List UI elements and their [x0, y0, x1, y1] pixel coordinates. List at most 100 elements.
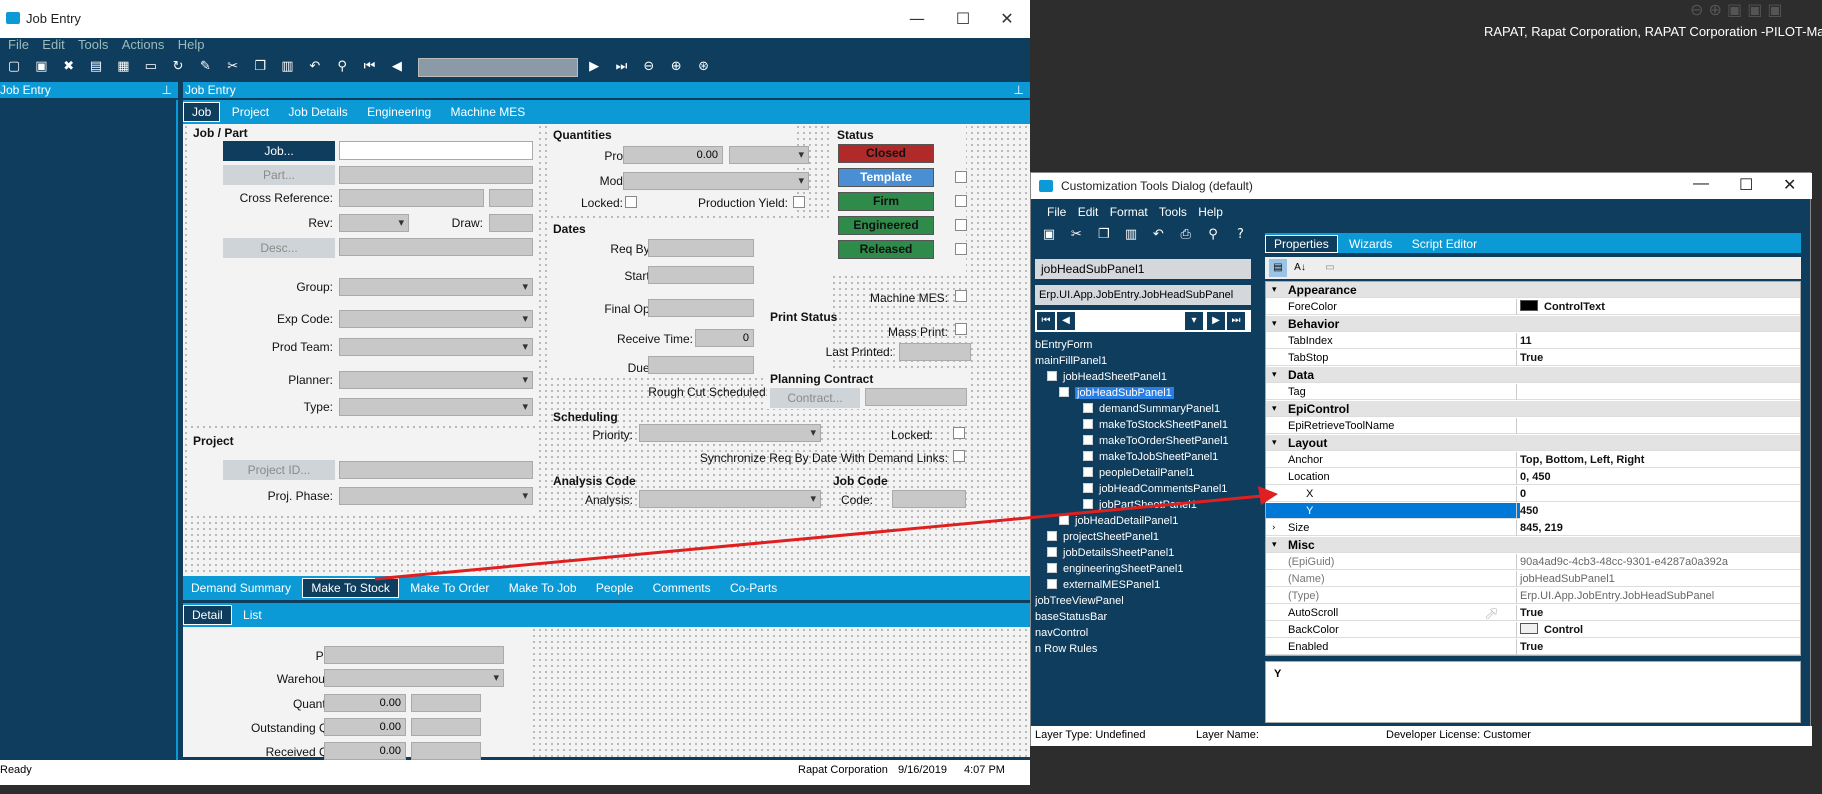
collapse-icon[interactable]: ▾: [1272, 282, 1277, 298]
book-icon[interactable]: ▤: [86, 57, 106, 77]
sched-locked-checkbox[interactable]: [953, 427, 965, 439]
dialog-menu-tools[interactable]: Tools: [1159, 205, 1187, 219]
proj-phase-dropdown[interactable]: [339, 487, 533, 505]
property-row[interactable]: TabStop True: [1266, 350, 1800, 366]
copy-icon[interactable]: ❐: [250, 57, 270, 77]
property-value[interactable]: True: [1520, 350, 1543, 366]
contract-field[interactable]: [865, 388, 967, 406]
clear-icon[interactable]: ✎: [195, 57, 215, 77]
mass-print-checkbox[interactable]: [955, 323, 967, 335]
property-value[interactable]: 0, 450: [1520, 469, 1551, 485]
tab-job-details[interactable]: Job Details: [280, 101, 355, 123]
property-value[interactable]: jobHeadSubPanel1: [1520, 571, 1615, 587]
dialog-menu-help[interactable]: Help: [1198, 205, 1223, 219]
tree-node[interactable]: makeToJobSheetPanel1: [1035, 449, 1251, 465]
released-checkbox[interactable]: [955, 243, 967, 255]
tree-node[interactable]: jobPartSheetPanel1: [1035, 497, 1251, 513]
project-id-field[interactable]: [339, 461, 533, 479]
cross-reference-field[interactable]: [339, 189, 484, 207]
draw-field[interactable]: [489, 214, 533, 232]
tab-make-to-stock[interactable]: Make To Stock: [302, 578, 399, 598]
column-divider[interactable]: [1516, 486, 1517, 502]
tab-machine-mes[interactable]: Machine MES: [443, 101, 534, 123]
req-by-field[interactable]: [648, 239, 754, 257]
property-value[interactable]: ControlText: [1520, 299, 1605, 315]
contract-button[interactable]: Contract...: [770, 388, 860, 408]
property-row[interactable]: TabIndex 11: [1266, 333, 1800, 349]
mode-dropdown[interactable]: [623, 172, 809, 190]
mts-part-field[interactable]: [324, 646, 504, 664]
tab-make-to-order[interactable]: Make To Order: [402, 577, 497, 599]
property-value[interactable]: Top, Bottom, Left, Right: [1520, 452, 1644, 468]
tree-node[interactable]: bEntryForm: [1035, 337, 1251, 353]
tree-last-icon[interactable]: ⏭: [1227, 312, 1245, 330]
planner-dropdown[interactable]: [339, 371, 533, 389]
property-row[interactable]: Y 450: [1266, 503, 1800, 519]
property-category[interactable]: ▾ Appearance: [1266, 282, 1800, 298]
part-field[interactable]: [339, 166, 533, 184]
tree-node[interactable]: n Row Rules: [1035, 641, 1251, 657]
first-record-icon[interactable]: ⏮: [359, 57, 379, 77]
delete-icon[interactable]: ✖: [59, 57, 79, 77]
group-dropdown[interactable]: [339, 278, 533, 296]
back-icon[interactable]: ⊖: [639, 57, 659, 77]
note-icon[interactable]: ▭: [141, 57, 161, 77]
property-value[interactable]: 11: [1520, 333, 1532, 349]
menu-actions[interactable]: Actions: [122, 37, 165, 52]
production-yield-checkbox[interactable]: [793, 196, 805, 208]
property-value[interactable]: True: [1520, 605, 1543, 621]
tree-node[interactable]: engineeringSheetPanel1: [1035, 561, 1251, 577]
tab-project[interactable]: Project: [224, 101, 277, 123]
column-divider[interactable]: [1516, 384, 1517, 400]
property-row[interactable]: AutoScroll True: [1266, 605, 1800, 621]
property-value[interactable]: Control: [1520, 622, 1583, 638]
column-divider[interactable]: [1516, 571, 1517, 587]
column-divider[interactable]: [1516, 554, 1517, 570]
property-row[interactable]: Anchor Top, Bottom, Left, Right: [1266, 452, 1800, 468]
column-divider[interactable]: [1516, 520, 1517, 536]
status-closed[interactable]: Closed: [838, 144, 934, 163]
collapse-icon[interactable]: ▾: [1272, 367, 1277, 383]
property-value[interactable]: 0: [1520, 486, 1526, 502]
next-record-icon[interactable]: ▶: [584, 57, 604, 77]
grid-icon[interactable]: ▦: [113, 57, 133, 77]
tree-node[interactable]: jobHeadSubPanel1: [1035, 385, 1251, 401]
undo-icon[interactable]: ↶: [1148, 225, 1168, 245]
property-row[interactable]: (Type) Erp.UI.App.JobEntry.JobHeadSubPane…: [1266, 588, 1800, 604]
column-divider[interactable]: [1516, 350, 1517, 366]
mts-received-field[interactable]: 0.00: [324, 742, 406, 760]
column-divider[interactable]: [1516, 333, 1517, 349]
property-row[interactable]: Location 0, 450: [1266, 469, 1800, 485]
collapse-icon[interactable]: ▾: [1272, 537, 1277, 553]
code-field[interactable]: [892, 490, 966, 508]
expand-icon[interactable]: ›: [1272, 520, 1276, 536]
refresh-icon[interactable]: ↻: [168, 57, 188, 77]
property-category[interactable]: ▾ Layout: [1266, 435, 1800, 451]
tree-node[interactable]: makeToOrderSheetPanel1: [1035, 433, 1251, 449]
tree-node[interactable]: jobTreeViewPanel: [1035, 593, 1251, 609]
start-field[interactable]: [648, 266, 754, 284]
analysis-dropdown[interactable]: [639, 490, 821, 508]
cut-icon[interactable]: ✂: [1066, 225, 1086, 245]
tree-node[interactable]: externalMESPanel1: [1035, 577, 1251, 593]
home-icon[interactable]: ⊛: [694, 57, 714, 77]
tree-next-icon[interactable]: ▶: [1207, 312, 1225, 330]
status-engineered[interactable]: Engineered: [838, 216, 934, 235]
final-op-field[interactable]: [648, 299, 754, 317]
forward-icon[interactable]: ⊕: [666, 57, 686, 77]
property-row[interactable]: ForeColor ControlText: [1266, 299, 1800, 315]
categorized-icon[interactable]: ▤: [1269, 259, 1287, 277]
prod-uom-dropdown[interactable]: [729, 146, 809, 164]
tree-node[interactable]: jobHeadDetailPanel1: [1035, 513, 1251, 529]
tree-node[interactable]: jobHeadCommentsPanel1: [1035, 481, 1251, 497]
menu-tools[interactable]: Tools: [78, 37, 108, 52]
binoculars-icon[interactable]: ⚲: [332, 57, 352, 77]
receive-time-field[interactable]: 0: [695, 329, 754, 347]
sync-req-by-checkbox[interactable]: [953, 450, 965, 462]
qty-locked-checkbox[interactable]: [625, 196, 637, 208]
tab-people[interactable]: People: [588, 577, 641, 599]
tree-node[interactable]: mainFillPanel1: [1035, 353, 1251, 369]
type-dropdown[interactable]: [339, 398, 533, 416]
record-nav-combo[interactable]: [418, 58, 578, 77]
last-record-icon[interactable]: ⏭: [612, 57, 632, 77]
